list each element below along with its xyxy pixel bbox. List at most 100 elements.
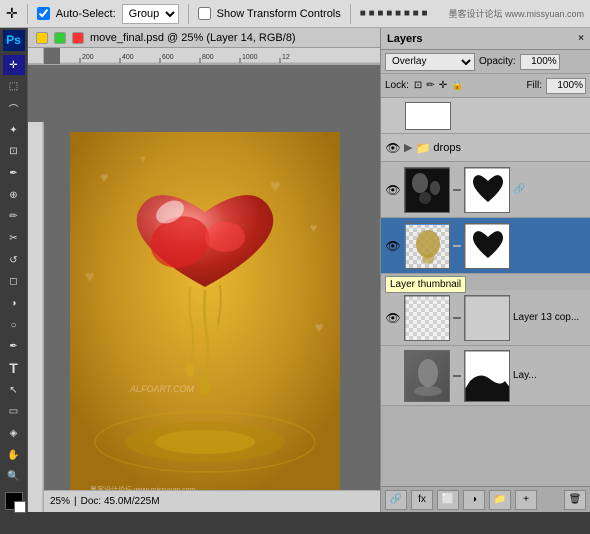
- opacity-input[interactable]: [520, 54, 560, 70]
- layer-thumbnail-tooltip: Layer thumbnail: [385, 276, 466, 293]
- svg-text:♥: ♥: [270, 176, 281, 196]
- text-tool[interactable]: T: [3, 358, 25, 379]
- layer-group-drops[interactable]: 👁 ▶ 📁 drops: [381, 134, 590, 162]
- lasso-tool[interactable]: ⌒: [3, 98, 25, 119]
- thumb-connect: [453, 189, 461, 191]
- hand-tool[interactable]: ✋: [3, 445, 25, 466]
- lock-position-btn[interactable]: ✛: [438, 79, 448, 92]
- status-bar: 25% | Doc: 45.0M/225M: [44, 490, 380, 512]
- auto-select-checkbox[interactable]: [37, 7, 50, 20]
- zoom-level: 25%: [50, 496, 70, 507]
- lock-label: Lock:: [385, 80, 409, 91]
- document-title: move_final.psd @ 25% (Layer 14, RGB/8): [90, 32, 296, 44]
- move-tool-icon: ✛: [6, 5, 18, 22]
- svg-text:400: 400: [122, 54, 134, 61]
- auto-select-label: Auto-Select:: [56, 8, 116, 20]
- canvas-with-ruler: ♥ ♥ ♥ ♥ ♥ ♥: [28, 85, 380, 490]
- auto-select-dropdown[interactable]: Group Layer: [122, 4, 179, 24]
- transform-checkbox[interactable]: [198, 7, 211, 20]
- pen-tool[interactable]: ✒: [3, 336, 25, 357]
- group-name: drops: [433, 142, 461, 154]
- eye-icon[interactable]: 👁: [385, 238, 401, 254]
- layer-mask-thumbnail: [464, 223, 510, 269]
- ruler-corner: [28, 48, 44, 64]
- doc-info: Doc: 45.0M/225M: [81, 496, 160, 507]
- image-canvas: ♥ ♥ ♥ ♥ ♥ ♥: [60, 122, 380, 512]
- layer-thumbnail: [404, 350, 450, 402]
- eye-icon[interactable]: 👁: [385, 140, 401, 156]
- layer-row[interactable]: 👁: [381, 162, 590, 218]
- adjustment-layer-btn[interactable]: ◑: [463, 490, 485, 510]
- eye-icon[interactable]: 👁: [385, 182, 401, 198]
- layer-row[interactable]: [381, 98, 590, 134]
- svg-text:ALFOART.COM: ALFOART.COM: [129, 384, 195, 394]
- layer-row[interactable]: Lay...: [381, 346, 590, 406]
- ruler-vertical: [28, 122, 44, 512]
- layer-mask-thumbnail: [464, 350, 510, 402]
- transform-label: Show Transform Controls: [217, 8, 341, 20]
- thumb-connect: [453, 245, 461, 247]
- delete-layer-btn[interactable]: 🗑: [564, 490, 586, 510]
- lock-fill-row: Lock: ⊡ ✏ ✛ 🔒 Fill:: [381, 74, 590, 98]
- layers-panel-title: Layers ×: [381, 28, 590, 50]
- svg-text:♥: ♥: [315, 319, 323, 335]
- photoshop-logo: Ps: [3, 30, 25, 51]
- lock-image-btn[interactable]: ✏: [425, 79, 435, 92]
- svg-text:♥: ♥: [140, 154, 146, 165]
- folder-icon: 📁: [415, 141, 430, 155]
- lock-transparent-btn[interactable]: ⊡: [413, 79, 423, 92]
- layer-mask-thumbnail: [464, 295, 510, 341]
- new-layer-btn[interactable]: +: [515, 490, 537, 510]
- path-select-tool[interactable]: ↖: [3, 380, 25, 401]
- 3d-tool[interactable]: ◈: [3, 423, 25, 444]
- opacity-label: Opacity:: [479, 56, 516, 67]
- shape-tool[interactable]: ▭: [3, 401, 25, 422]
- blend-mode-select[interactable]: Overlay Normal Multiply Screen: [385, 53, 475, 71]
- layer-mask-btn[interactable]: ⬜: [437, 490, 459, 510]
- svg-text:♥: ♥: [310, 221, 317, 235]
- thumb-connect: [453, 375, 461, 377]
- lock-all-btn[interactable]: 🔒: [450, 79, 464, 92]
- layers-list: 👁 ▶ 📁 drops 👁: [381, 98, 590, 486]
- dodge-tool[interactable]: ○: [3, 315, 25, 336]
- fill-input[interactable]: [546, 78, 586, 94]
- rectangle-select-tool[interactable]: ⬚: [3, 76, 25, 97]
- eyedropper-tool[interactable]: ✒: [3, 163, 25, 184]
- magic-wand-tool[interactable]: ✦: [3, 120, 25, 141]
- link-layers-btn[interactable]: 🔗: [385, 490, 407, 510]
- fill-label: Fill:: [526, 80, 542, 91]
- eraser-tool[interactable]: ◻: [3, 271, 25, 292]
- clone-stamp-tool[interactable]: ✂: [3, 228, 25, 249]
- svg-text:♥: ♥: [100, 169, 108, 185]
- new-group-btn[interactable]: 📁: [489, 490, 511, 510]
- lock-icons: ⊡ ✏ ✛ 🔒: [413, 79, 465, 92]
- move-tool[interactable]: ✛: [3, 55, 25, 76]
- close-button[interactable]: [72, 32, 84, 44]
- layer-name: Lay...: [513, 370, 586, 381]
- chain-icon: 🔗: [513, 184, 525, 195]
- crop-tool[interactable]: ⊡: [3, 141, 25, 162]
- layer-effects-btn[interactable]: fx: [411, 490, 433, 510]
- gradient-tool[interactable]: ◑: [3, 293, 25, 314]
- zoom-tool[interactable]: 🔍: [3, 466, 25, 487]
- layers-panel-close[interactable]: ×: [578, 33, 584, 44]
- layer-thumbnail: [404, 295, 450, 341]
- canvas-image: ♥ ♥ ♥ ♥ ♥ ♥: [70, 132, 340, 502]
- layer-row-selected[interactable]: 👁: [381, 218, 590, 274]
- eye-icon[interactable]: [385, 368, 401, 384]
- doc-titlebar: move_final.psd @ 25% (Layer 14, RGB/8): [28, 28, 380, 48]
- maximize-button[interactable]: [54, 32, 66, 44]
- history-brush-tool[interactable]: ↺: [3, 250, 25, 271]
- layer-name: Layer 13 cop...: [513, 312, 586, 323]
- top-toolbar: ✛ Auto-Select: Group Layer Show Transfor…: [0, 0, 590, 28]
- site-watermark: 墨客设计论坛 www.missyuan.com: [448, 7, 584, 20]
- minimize-button[interactable]: [36, 32, 48, 44]
- healing-brush-tool[interactable]: ⊕: [3, 185, 25, 206]
- svg-text:1000: 1000: [242, 54, 258, 61]
- eye-icon[interactable]: 👁: [385, 310, 401, 326]
- brush-tool[interactable]: ✏: [3, 206, 25, 227]
- layer-row[interactable]: 👁 Layer 13 cop...: [381, 290, 590, 346]
- left-toolbar: Ps ✛ ⬚ ⌒ ✦ ⊡ ✒ ⊕ ✏ ✂ ↺ ◻ ◑ ○ ✒ T ↖ ▭ ◈ ✋…: [0, 28, 28, 512]
- main-area: Ps ✛ ⬚ ⌒ ✦ ⊡ ✒ ⊕ ✏ ✂ ↺ ◻ ◑ ○ ✒ T ↖ ▭ ◈ ✋…: [0, 28, 590, 512]
- svg-text:800: 800: [202, 54, 214, 61]
